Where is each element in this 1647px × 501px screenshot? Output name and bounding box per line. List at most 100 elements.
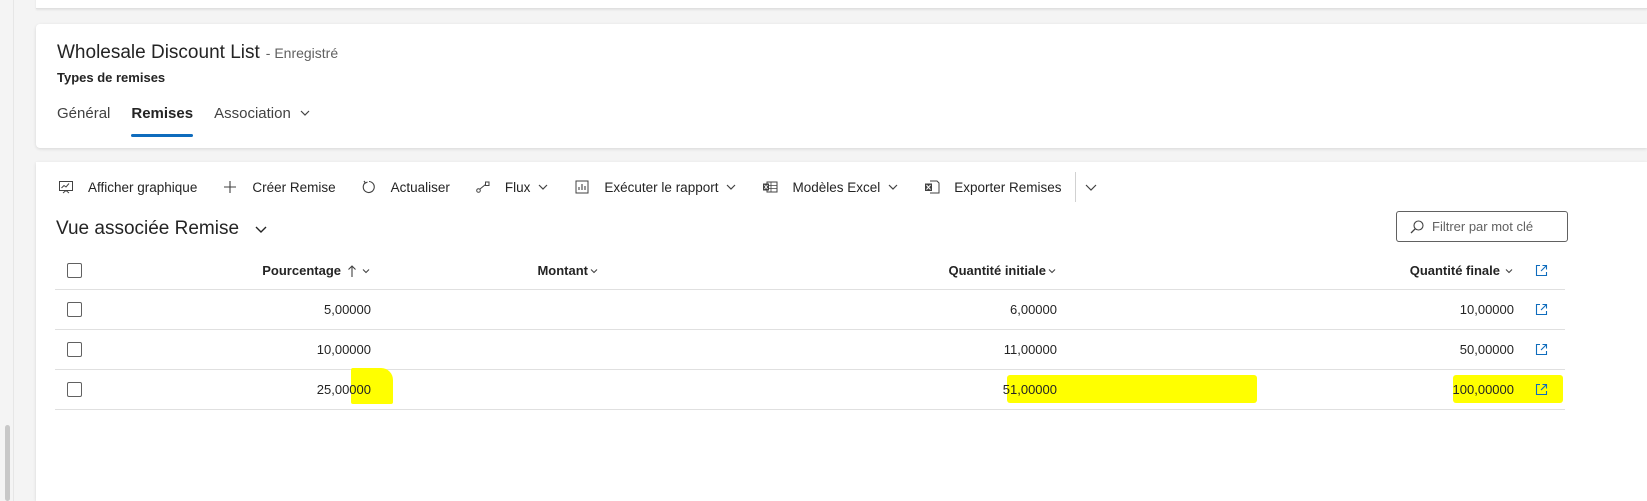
filter-input[interactable] bbox=[1432, 219, 1564, 234]
show-chart-button[interactable]: Afficher graphique bbox=[58, 179, 197, 195]
tab-label: Remises bbox=[131, 105, 194, 122]
chart-icon bbox=[59, 181, 73, 194]
command-label: Modèles Excel bbox=[792, 179, 881, 195]
tab-general[interactable]: Général bbox=[57, 103, 110, 137]
open-in-new-icon bbox=[1535, 383, 1548, 396]
open-in-new-icon bbox=[1535, 303, 1548, 316]
column-header-montant[interactable]: Montant bbox=[537, 252, 599, 289]
column-header-quantite-initiale[interactable]: Quantité initiale bbox=[948, 252, 1057, 289]
tab-label: Général bbox=[57, 105, 111, 122]
subgrid-card: Afficher graphique Créer Remise Actualis… bbox=[36, 162, 1647, 501]
report-icon bbox=[575, 180, 589, 194]
flow-icon bbox=[476, 181, 490, 193]
table-row[interactable]: 25,00000 51,00000 100,00000 bbox=[55, 368, 1565, 410]
title-row: Wholesale Discount List - Enregistré bbox=[57, 42, 338, 64]
cell-value: 10,00000 bbox=[316, 342, 371, 357]
column-label: Pourcentage bbox=[262, 263, 341, 278]
chevron-down-icon bbox=[1085, 184, 1096, 191]
create-remise-button[interactable]: Créer Remise bbox=[222, 179, 336, 195]
flow-button[interactable]: Flux bbox=[475, 179, 550, 195]
column-label: Quantité finale bbox=[1409, 263, 1500, 278]
cell-quantite-initiale: 51,00000 bbox=[1003, 370, 1057, 409]
cell-quantite-finale: 50,00000 bbox=[1460, 330, 1514, 369]
row-select-cell bbox=[67, 290, 85, 329]
row-select-cell bbox=[67, 370, 85, 409]
cell-quantite-initiale: 6,00000 bbox=[1010, 290, 1057, 329]
left-scrollbar-thumb[interactable] bbox=[5, 425, 10, 501]
tab-remises[interactable]: Remises bbox=[131, 103, 193, 137]
record-status: - Enregistré bbox=[265, 45, 339, 61]
refresh-icon bbox=[362, 180, 375, 194]
chevron-down-icon bbox=[255, 226, 267, 233]
column-header-quantite-finale[interactable]: Quantité finale bbox=[1410, 252, 1514, 289]
cell-value: 100,00000 bbox=[1452, 382, 1514, 397]
open-in-new-icon bbox=[1535, 264, 1548, 277]
command-separator bbox=[1074, 172, 1076, 202]
tab-list: Général Remises Association bbox=[57, 103, 332, 137]
chevron-down-icon bbox=[590, 268, 598, 273]
excel-template-icon bbox=[763, 181, 778, 193]
open-in-new-icon bbox=[1535, 343, 1548, 356]
select-all-cell bbox=[67, 252, 85, 289]
open-record-button[interactable] bbox=[1535, 290, 1549, 329]
chevron-down-icon bbox=[538, 184, 548, 190]
column-label: Quantité initiale bbox=[948, 263, 1046, 278]
chevron-down-icon bbox=[888, 184, 898, 190]
row-checkbox[interactable] bbox=[67, 382, 82, 397]
cell-quantite-finale: 100,00000 bbox=[1453, 370, 1514, 409]
view-selector[interactable]: Vue associée Remise bbox=[56, 218, 269, 240]
chevron-down-icon bbox=[362, 268, 370, 273]
table-row[interactable]: 10,00000 11,00000 50,00000 bbox=[55, 330, 1565, 370]
more-commands-button[interactable] bbox=[1084, 180, 1098, 194]
cell-value: 5,00000 bbox=[324, 302, 371, 317]
plus-icon bbox=[224, 181, 237, 193]
command-label: Actualiser bbox=[390, 179, 450, 195]
open-column-settings[interactable] bbox=[1535, 252, 1549, 289]
excel-templates-button[interactable]: Modèles Excel bbox=[762, 179, 899, 195]
cell-pourcentage: 10,00000 bbox=[317, 330, 371, 369]
cell-value: 25,00000 bbox=[316, 382, 371, 397]
filter-box[interactable] bbox=[1396, 211, 1568, 242]
cell-value: 10,00000 bbox=[1459, 302, 1514, 317]
cell-value: 51,00000 bbox=[1002, 382, 1057, 397]
command-bar: Afficher graphique Créer Remise Actualis… bbox=[58, 172, 1123, 202]
remises-grid: Pourcentage Montant Quantité initiale Qu… bbox=[55, 252, 1565, 410]
cell-pourcentage: 5,00000 bbox=[324, 290, 371, 329]
cell-quantite-initiale: 11,00000 bbox=[1004, 330, 1057, 369]
record-header: Wholesale Discount List - Enregistré Typ… bbox=[36, 24, 1647, 148]
row-select-cell bbox=[67, 330, 85, 369]
command-label: Exporter Remises bbox=[954, 179, 1062, 195]
row-checkbox[interactable] bbox=[67, 342, 82, 357]
export-remises-button[interactable]: Exporter Remises bbox=[924, 179, 1062, 195]
cell-value: 50,00000 bbox=[1459, 342, 1514, 357]
cell-pourcentage: 25,00000 bbox=[317, 370, 371, 409]
open-record-button[interactable] bbox=[1535, 370, 1549, 409]
table-row[interactable]: 5,00000 6,00000 10,00000 bbox=[55, 290, 1565, 330]
top-card-edge bbox=[36, 0, 1647, 9]
command-label: Exécuter le rapport bbox=[604, 179, 719, 195]
open-record-button[interactable] bbox=[1535, 330, 1549, 369]
chevron-down-icon bbox=[1505, 268, 1513, 273]
cell-value: 6,00000 bbox=[1010, 302, 1057, 317]
grid-header-row: Pourcentage Montant Quantité initiale Qu… bbox=[55, 252, 1565, 290]
record-entity: Types de remises bbox=[57, 70, 166, 85]
record-title: Wholesale Discount List bbox=[57, 42, 260, 63]
column-label: Montant bbox=[537, 263, 588, 278]
run-report-button[interactable]: Exécuter le rapport bbox=[574, 179, 737, 195]
select-all-checkbox[interactable] bbox=[67, 263, 82, 278]
search-icon bbox=[1410, 219, 1424, 233]
column-header-pourcentage[interactable]: Pourcentage bbox=[262, 252, 371, 289]
command-label: Flux bbox=[504, 179, 531, 195]
row-checkbox[interactable] bbox=[67, 302, 82, 317]
chevron-down-icon bbox=[727, 184, 736, 190]
excel-export-icon bbox=[925, 180, 940, 194]
cell-value: 11,00000 bbox=[1003, 342, 1057, 357]
tab-association[interactable]: Association bbox=[214, 103, 311, 137]
sort-ascending-icon bbox=[348, 264, 356, 277]
command-label: Afficher graphique bbox=[88, 179, 198, 195]
chevron-down-icon bbox=[300, 110, 310, 116]
tab-label: Association bbox=[214, 105, 291, 122]
chevron-down-icon bbox=[1048, 268, 1056, 273]
command-label: Créer Remise bbox=[252, 179, 336, 195]
refresh-button[interactable]: Actualiser bbox=[361, 179, 450, 195]
